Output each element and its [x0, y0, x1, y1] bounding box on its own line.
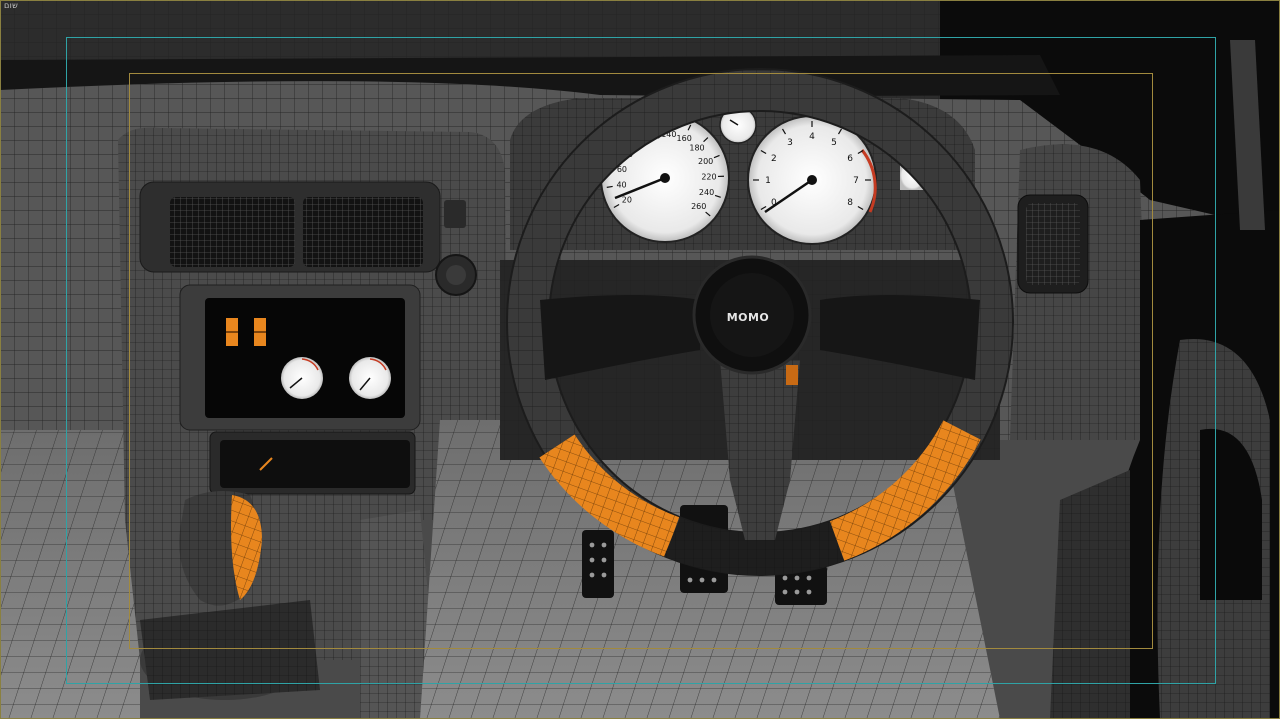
gauge-tick-label: 0	[771, 198, 777, 208]
gauge-tick-label: 7	[853, 176, 859, 186]
wheel-logo: MOMO	[727, 311, 770, 324]
viewport-label[interactable]: שום	[4, 1, 18, 10]
gauge-tick-label: 20	[622, 196, 632, 205]
gauge-tick-label: 3	[787, 138, 793, 148]
3d-viewport[interactable]: 20 40 60 80 100 120 140 160 180 200 220 240 260 0123…	[0, 0, 1280, 719]
gauge-tick-label: 2	[771, 154, 777, 164]
gauge-tick-label: 6	[847, 154, 853, 164]
gauge-tick-label: 200	[698, 157, 713, 166]
gauge-tick-label: 40	[616, 181, 626, 190]
dashboard-render[interactable]: 20406080100120 140 160180200220240260 0123…	[0, 0, 1280, 719]
gauge-tick-label: 1	[765, 176, 771, 186]
gauge-tick-label: 5	[831, 138, 837, 148]
gauge-tick-label: 8	[847, 198, 853, 208]
gauge-tick-label: 220	[701, 172, 716, 181]
gauge-tick-label: 4	[809, 132, 815, 142]
gauge-tick-label: 260	[691, 202, 706, 211]
gauge-tick-label: 180	[689, 143, 704, 152]
gauge-tick-label: 240	[699, 188, 714, 197]
gauge-tick-label: 160	[677, 134, 692, 143]
